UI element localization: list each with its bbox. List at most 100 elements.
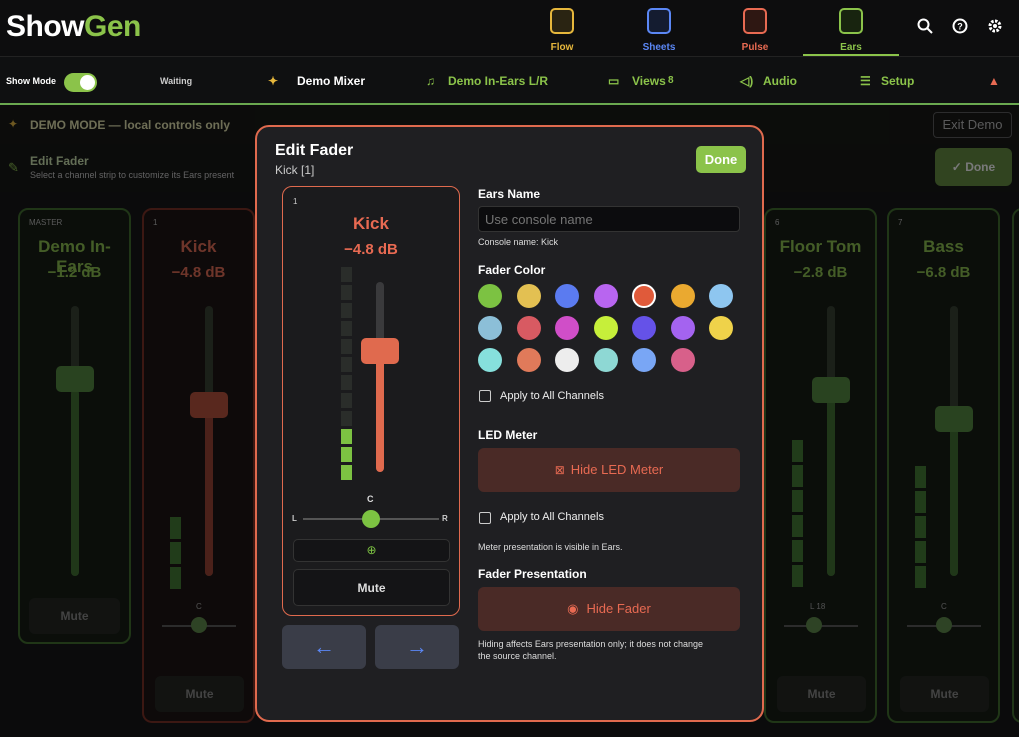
color-swatch[interactable]: [478, 348, 502, 372]
color-swatch[interactable]: [670, 284, 695, 308]
tab-flow[interactable]: Flow: [514, 6, 610, 56]
color-swatch[interactable]: [709, 316, 733, 340]
channel-strip-bass[interactable]: 7 Bass −6.8 dB C Mute: [887, 208, 1000, 723]
apply-all-checkbox-2[interactable]: [479, 512, 491, 524]
mute-button[interactable]: Mute: [900, 676, 989, 712]
exit-demo-button[interactable]: Exit Demo: [933, 112, 1012, 138]
color-swatch[interactable]: [478, 284, 502, 308]
color-swatch[interactable]: [478, 316, 502, 340]
pan-knob[interactable]: [191, 617, 207, 633]
pan-knob[interactable]: [806, 617, 822, 633]
apply-all-label-2: Apply to All Channels: [500, 511, 604, 523]
strip-number: MASTER: [29, 218, 63, 227]
fader-fill: [71, 390, 79, 576]
preview-pan-knob[interactable]: [362, 510, 380, 528]
fader-knob[interactable]: [812, 377, 850, 403]
hide-led-meter-button[interactable]: ⊠ Hide LED Meter: [478, 448, 740, 492]
color-swatch[interactable]: [555, 284, 579, 308]
color-swatch[interactable]: [632, 316, 656, 340]
settings-gear-icon[interactable]: [985, 18, 1005, 38]
mute-button[interactable]: Mute: [777, 676, 866, 712]
flow-icon: [550, 8, 574, 34]
color-swatch[interactable]: [709, 284, 733, 308]
views-button[interactable]: Views: [632, 57, 666, 105]
fader-fill: [827, 390, 835, 576]
edit-done-button[interactable]: ✓ Done: [935, 148, 1012, 186]
strip-number: 1: [153, 218, 158, 227]
color-swatch[interactable]: [555, 348, 579, 372]
app-logo: ShowGen: [6, 10, 141, 44]
tab-sheets[interactable]: Sheets: [611, 6, 707, 56]
hide-note-line-2: the source channel.: [478, 651, 557, 661]
color-swatch[interactable]: [555, 316, 579, 340]
pulse-icon: [743, 8, 767, 34]
sparkle-icon: ✦: [268, 74, 279, 88]
show-mode-toggle[interactable]: [64, 73, 97, 92]
fader-knob[interactable]: [190, 392, 228, 418]
tab-ears-label: Ears: [840, 42, 862, 53]
modal-done-button[interactable]: Done: [696, 146, 746, 173]
fader-knob[interactable]: [935, 406, 973, 432]
next-channel-button[interactable]: →: [375, 625, 459, 669]
color-swatch[interactable]: [593, 284, 618, 308]
strip-number: 7: [898, 218, 903, 227]
strip-level: −2.8 dB: [793, 264, 848, 281]
ears-name-input[interactable]: [478, 206, 740, 232]
warning-icon[interactable]: ▲: [988, 57, 1000, 105]
ears-name-label: Ears Name: [478, 187, 541, 201]
color-swatch[interactable]: [670, 316, 695, 340]
strip-number: 6: [775, 218, 780, 227]
sheets-icon: [647, 8, 671, 34]
preview-fader-knob[interactable]: [361, 338, 399, 364]
status-waiting: Waiting: [160, 76, 193, 86]
color-swatch[interactable]: [670, 348, 695, 372]
crosshair-icon[interactable]: ⊕: [293, 539, 450, 562]
meter-note: Meter presentation is visible in Ears.: [478, 542, 623, 552]
preview-level: −4.8 dB: [344, 241, 398, 258]
led-meter: [915, 466, 926, 591]
mute-button[interactable]: Mute: [155, 676, 244, 712]
channel-strip-kick[interactable]: 1 Kick −4.8 dB C Mute: [142, 208, 255, 723]
channel-strip-partial[interactable]: [1012, 208, 1019, 723]
preview-channel-name: Kick: [353, 214, 389, 233]
previous-channel-button[interactable]: ←: [282, 625, 366, 669]
setup-button[interactable]: Setup: [881, 57, 914, 105]
tab-pulse-label: Pulse: [741, 42, 769, 53]
preview-fader-fill: [376, 352, 384, 472]
tab-ears[interactable]: Ears: [803, 6, 899, 56]
hide-note-line-1: Hiding affects Ears presentation only; i…: [478, 639, 703, 649]
audio-button[interactable]: Audio: [763, 57, 797, 105]
led-meter: [170, 517, 181, 592]
apply-all-checkbox-1[interactable]: [479, 390, 491, 402]
pan-label: C: [941, 602, 947, 611]
fader-preview: 1 Kick −4.8 dB C L R ⊕ Mute: [282, 186, 460, 616]
strip-level: −6.8 dB: [916, 264, 971, 281]
fader-knob[interactable]: [56, 366, 94, 392]
channel-strip-master[interactable]: MASTER Demo In-Ears −1.2 dB Mute: [18, 208, 131, 644]
views-count-badge: 8: [668, 75, 674, 86]
help-icon[interactable]: ?: [950, 18, 970, 38]
channel-strip-floor-tom[interactable]: 6 Floor Tom −2.8 dB L 18 Mute: [764, 208, 877, 723]
color-swatch[interactable]: [516, 284, 541, 308]
strip-level: −1.2 dB: [47, 264, 102, 281]
search-icon[interactable]: [915, 18, 935, 38]
fader-color-label: Fader Color: [478, 263, 546, 277]
hide-fader-button[interactable]: ◉ Hide Fader: [478, 587, 740, 631]
color-swatch[interactable]: [516, 348, 541, 372]
preview-mute-button[interactable]: Mute: [293, 569, 450, 606]
svg-text:?: ?: [957, 22, 963, 32]
color-swatch[interactable]: [632, 284, 656, 308]
in-ears-selector[interactable]: Demo In-Ears L/R: [448, 57, 548, 105]
color-swatch[interactable]: [593, 348, 618, 372]
mixer-selector[interactable]: Demo Mixer: [297, 57, 365, 105]
fader-presentation-label: Fader Presentation: [478, 567, 587, 581]
color-swatch[interactable]: [516, 316, 541, 340]
mute-button[interactable]: Mute: [29, 598, 120, 634]
strip-name: Kick: [180, 237, 217, 256]
top-header: ShowGen Flow Sheets Pulse Ears ?: [0, 0, 1019, 57]
color-swatch[interactable]: [632, 348, 656, 372]
tab-pulse[interactable]: Pulse: [707, 6, 803, 56]
pan-knob[interactable]: [936, 617, 952, 633]
color-swatch[interactable]: [593, 316, 618, 340]
led-meter: [792, 440, 803, 590]
